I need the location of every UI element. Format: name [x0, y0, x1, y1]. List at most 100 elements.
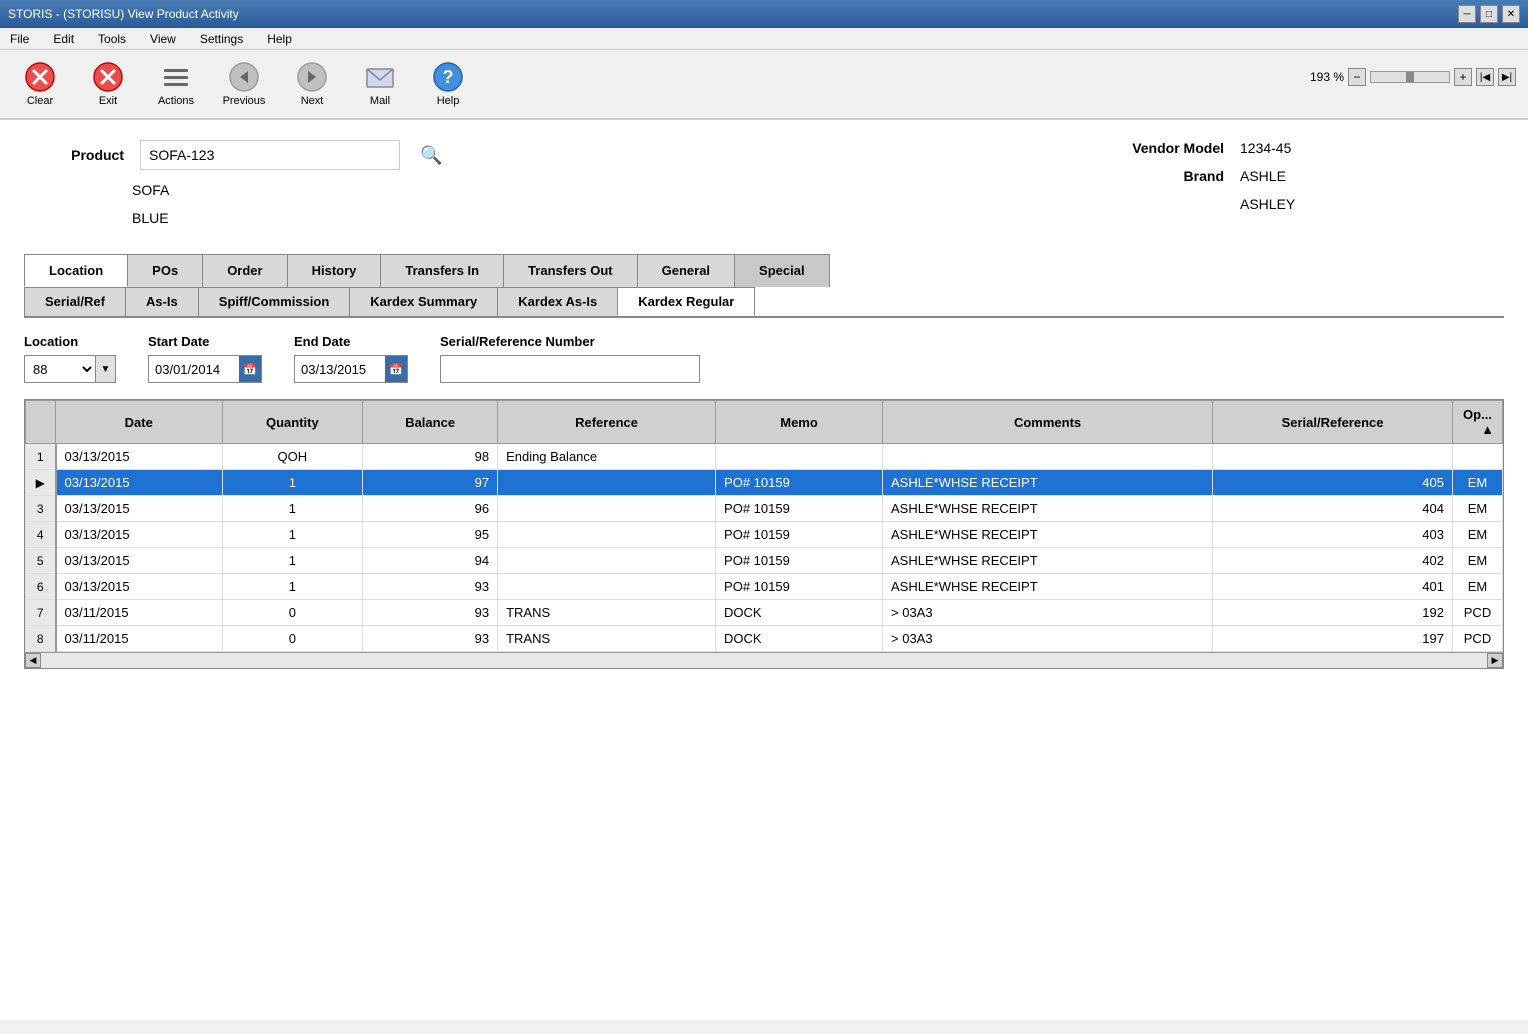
zoom-in-button[interactable]: +	[1454, 68, 1472, 86]
sub-tab-serial-ref[interactable]: Serial/Ref	[24, 287, 126, 316]
tab-pos[interactable]: POs	[127, 254, 203, 287]
cell-op: EM	[1453, 496, 1503, 522]
row-num-cell: 3	[26, 496, 56, 522]
scroll-track[interactable]	[41, 653, 1487, 668]
tab-transfers-out[interactable]: Transfers Out	[503, 254, 638, 287]
cell-serial-ref: 405	[1213, 470, 1453, 496]
table-row[interactable]: 303/13/2015196PO# 10159ASHLE*WHSE RECEIP…	[26, 496, 1503, 522]
tab-special[interactable]: Special	[734, 254, 830, 287]
sub-tab-kardex-regular[interactable]: Kardex Regular	[617, 287, 755, 316]
table-row[interactable]: 703/11/2015093TRANSDOCK> 03A3192PCD	[26, 600, 1503, 626]
table-row[interactable]: 103/13/2015QOH98Ending Balance	[26, 444, 1503, 470]
clear-button[interactable]: Clear	[8, 53, 72, 115]
last-button[interactable]: ▶|	[1498, 68, 1516, 86]
vendor-model-value: 1234-45	[1240, 140, 1291, 156]
cell-date: 03/13/2015	[56, 522, 223, 548]
brand-ext-value: ASHLEY	[1240, 196, 1295, 212]
menu-help[interactable]: Help	[261, 30, 298, 48]
main-content: Product 🔍 SOFA BLUE Vendor Model 1234-45…	[0, 120, 1528, 1020]
cell-date: 03/11/2015	[56, 626, 223, 652]
table-row[interactable]: 803/11/2015093TRANSDOCK> 03A3197PCD	[26, 626, 1503, 652]
sub-tab-kardex-as-is[interactable]: Kardex As-Is	[497, 287, 618, 316]
filter-location-select[interactable]: 88	[25, 356, 95, 382]
mail-label: Mail	[370, 95, 390, 107]
table-row[interactable]: 603/13/2015193PO# 10159ASHLE*WHSE RECEIP…	[26, 574, 1503, 600]
main-tabs: Location POs Order History Transfers In …	[24, 254, 1504, 287]
product-left: Product 🔍 SOFA BLUE	[24, 140, 1064, 238]
tab-transfers-in[interactable]: Transfers In	[380, 254, 504, 287]
cell-comments: ASHLE*WHSE RECEIPT	[883, 548, 1213, 574]
filter-location-dropdown-btn[interactable]: ▼	[95, 356, 115, 382]
filter-end-date-btn[interactable]: 📅	[385, 356, 407, 382]
product-input[interactable]	[140, 140, 400, 170]
previous-button[interactable]: Previous	[212, 53, 276, 115]
product-right: Vendor Model 1234-45 Brand ASHLE ASHLEY	[1104, 140, 1504, 238]
close-button[interactable]: ✕	[1502, 5, 1520, 23]
maximize-button[interactable]: □	[1480, 5, 1498, 23]
row-num-cell: 5	[26, 548, 56, 574]
menu-file[interactable]: File	[4, 30, 35, 48]
sub-tab-kardex-summary[interactable]: Kardex Summary	[349, 287, 498, 316]
filter-end-date-input[interactable]	[295, 356, 385, 382]
actions-icon	[160, 61, 192, 93]
cell-comments: ASHLE*WHSE RECEIPT	[883, 522, 1213, 548]
filter-start-date-input[interactable]	[149, 356, 239, 382]
menu-view[interactable]: View	[144, 30, 182, 48]
col-header-memo: Memo	[716, 401, 883, 444]
cell-memo: DOCK	[716, 626, 883, 652]
tab-history[interactable]: History	[287, 254, 382, 287]
col-header-rownum	[26, 401, 56, 444]
menu-edit[interactable]: Edit	[47, 30, 80, 48]
cell-serial-ref: 192	[1213, 600, 1453, 626]
cell-comments: ASHLE*WHSE RECEIPT	[883, 496, 1213, 522]
cell-op: PCD	[1453, 600, 1503, 626]
next-label: Next	[301, 95, 324, 107]
tab-order[interactable]: Order	[202, 254, 287, 287]
cell-comments: ASHLE*WHSE RECEIPT	[883, 470, 1213, 496]
scroll-left-button[interactable]: ◀	[25, 653, 41, 668]
vendor-model-label: Vendor Model	[1104, 140, 1224, 156]
row-num-cell: 7	[26, 600, 56, 626]
tab-location[interactable]: Location	[24, 254, 128, 287]
cell-quantity: 0	[222, 600, 363, 626]
zoom-out-button[interactable]: −	[1348, 68, 1366, 86]
cell-quantity: 1	[222, 470, 363, 496]
tab-general[interactable]: General	[637, 254, 735, 287]
next-button[interactable]: Next	[280, 53, 344, 115]
first-button[interactable]: |◀	[1476, 68, 1494, 86]
filter-location-wrapper: 88 ▼	[24, 355, 116, 383]
cell-date: 03/13/2015	[56, 470, 223, 496]
exit-icon	[92, 61, 124, 93]
cell-serial-ref: 197	[1213, 626, 1453, 652]
filter-serial-ref-group: Serial/Reference Number	[440, 334, 700, 383]
filter-start-date-btn[interactable]: 📅	[239, 356, 261, 382]
zoom-thumb	[1406, 72, 1414, 82]
table-row[interactable]: 503/13/2015194PO# 10159ASHLE*WHSE RECEIP…	[26, 548, 1503, 574]
product-search-icon[interactable]: 🔍	[420, 145, 442, 166]
cell-reference	[498, 548, 716, 574]
exit-button[interactable]: Exit	[76, 53, 140, 115]
minimize-button[interactable]: ─	[1458, 5, 1476, 23]
scroll-right-button[interactable]: ▶	[1487, 653, 1503, 668]
menu-settings[interactable]: Settings	[194, 30, 249, 48]
filter-start-date-label: Start Date	[148, 334, 262, 349]
product-row: Product 🔍	[24, 140, 1064, 170]
cell-serial-ref: 402	[1213, 548, 1453, 574]
data-table-container: Date Quantity Balance Reference Memo Com…	[24, 399, 1504, 669]
table-row[interactable]: 403/13/2015195PO# 10159ASHLE*WHSE RECEIP…	[26, 522, 1503, 548]
product-name-row: SOFA	[24, 182, 1064, 198]
help-button[interactable]: ? Help	[416, 53, 480, 115]
filter-serial-ref-input[interactable]	[440, 355, 700, 383]
zoom-controls: 193 % − + |◀ ▶|	[1310, 68, 1516, 86]
actions-button[interactable]: Actions	[144, 53, 208, 115]
menu-tools[interactable]: Tools	[92, 30, 132, 48]
col-header-balance: Balance	[363, 401, 498, 444]
sub-tab-spiff[interactable]: Spiff/Commission	[198, 287, 351, 316]
sub-tab-as-is[interactable]: As-Is	[125, 287, 199, 316]
vendor-model-row: Vendor Model 1234-45	[1104, 140, 1504, 156]
filter-end-date-label: End Date	[294, 334, 408, 349]
mail-button[interactable]: Mail	[348, 53, 412, 115]
table-row[interactable]: ▶03/13/2015197PO# 10159ASHLE*WHSE RECEIP…	[26, 470, 1503, 496]
zoom-slider[interactable]	[1370, 71, 1450, 83]
filter-end-date-wrapper: 📅	[294, 355, 408, 383]
